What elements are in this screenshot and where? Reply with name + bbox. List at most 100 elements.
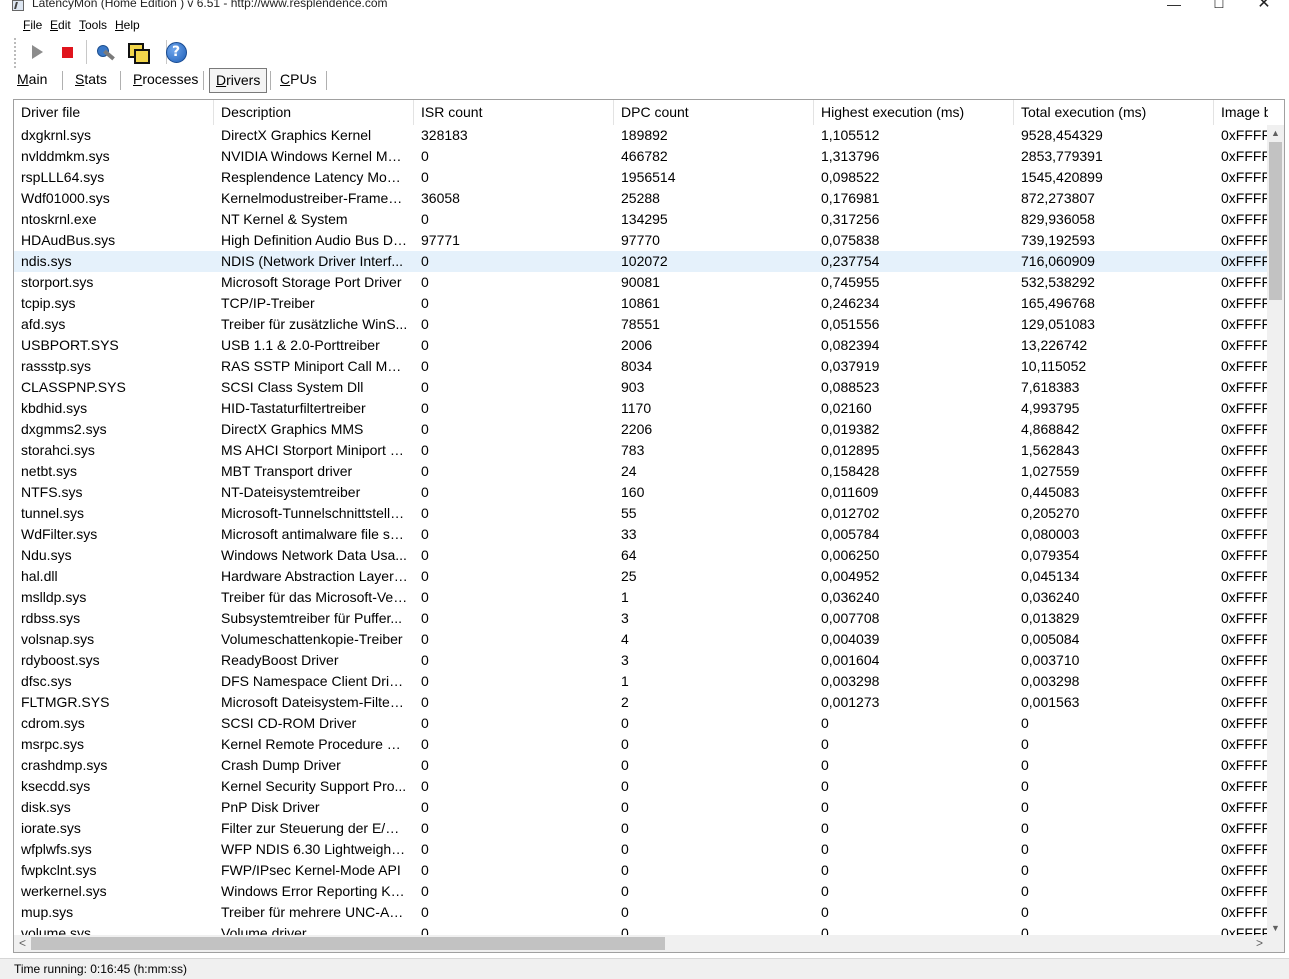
image-base-cell: 0xFFFF [1221,463,1268,479]
table-row[interactable]: werkernel.sys Windows Error Reporting Ke.… [14,881,1268,902]
table-row[interactable]: hal.dll Hardware Abstraction Layer ... 0 25… [14,566,1268,587]
vertical-scrollbar[interactable]: ▲ ▼ [1267,125,1284,937]
image-base-cell: 0xFFFF [1221,295,1268,311]
help-button[interactable]: ? [163,39,189,65]
table-row[interactable]: wfplwfs.sys WFP NDIS 6.30 Lightweight ...… [14,839,1268,860]
column-header-isr-count[interactable]: ISR count [414,100,614,125]
table-row[interactable]: FLTMGR.SYS Microsoft Dateisystem-Filter-.… [14,692,1268,713]
table-row[interactable]: Ndu.sys Windows Network Data Usa... 0 64 0,0… [14,545,1268,566]
table-row[interactable]: rdbss.sys Subsystemtreiber für Puffer... 0… [14,608,1268,629]
table-row[interactable]: WdFilter.sys Microsoft antimalware file s… [14,524,1268,545]
table-row[interactable]: rspLLL64.sys Resplendence Latency Monit..… [14,167,1268,188]
drivers-table[interactable]: Driver file Description ISR count DPC co… [13,99,1285,953]
tab-cpus[interactable]: CPUs [274,68,323,93]
tab-processes[interactable]: Processes [127,68,204,93]
table-row[interactable]: mslldp.sys Treiber für das Microsoft-Ver.… [14,587,1268,608]
isr-count-cell: 0 [421,715,429,731]
highest-execution-cell: 1,105512 [821,127,880,143]
table-row[interactable]: fwpkclnt.sys FWP/IPsec Kernel-Mode API 0 0 0… [14,860,1268,881]
table-row[interactable]: USBPORT.SYS USB 1.1 & 2.0-Porttreiber 0 200… [14,335,1268,356]
table-row[interactable]: dxgmms2.sys DirectX Graphics MMS 0 2206 0,01… [14,419,1268,440]
image-base-cell: 0xFFFF [1221,169,1268,185]
table-row[interactable]: dxgkrnl.sys DirectX Graphics Kernel 328183… [14,125,1268,146]
highest-execution-cell: 0,012895 [821,442,880,458]
minimize-button[interactable]: — [1151,0,1197,13]
column-header-image-base[interactable]: Image b [1214,100,1268,125]
table-row[interactable]: storport.sys Microsoft Storage Port Drive… [14,272,1268,293]
menu-file[interactable]: File [23,18,42,32]
table-row[interactable]: CLASSPNP.SYS SCSI Class System Dll 0 903 0,0… [14,377,1268,398]
horizontal-scroll-thumb[interactable] [31,937,665,950]
column-header-total-execution[interactable]: Total execution (ms) [1014,100,1214,125]
table-row[interactable]: nvlddmkm.sys NVIDIA Windows Kernel Mod...… [14,146,1268,167]
isr-count-cell: 0 [421,568,429,584]
scroll-right-icon[interactable]: > [1251,935,1268,952]
windows-button[interactable] [124,39,150,65]
maximize-button[interactable]: ☐ [1196,0,1242,13]
image-base-cell: 0xFFFF [1221,589,1268,605]
description-cell: Kernelmodustreiber-Framew... [221,190,410,206]
windows-icon [127,42,150,64]
horizontal-scrollbar[interactable]: < > [14,935,1268,952]
close-button[interactable]: ✕ [1241,0,1287,13]
dpc-count-cell: 8034 [621,358,653,374]
description-cell: FWP/IPsec Kernel-Mode API [221,862,401,878]
vertical-scroll-thumb[interactable] [1269,142,1282,300]
tab-main[interactable]: Main [11,68,53,93]
table-row[interactable]: rdyboost.sys ReadyBoost Driver 0 3 0,001604 0… [14,650,1268,671]
isr-count-cell: 0 [421,589,429,605]
table-row[interactable]: ksecdd.sys Kernel Security Support Pro...… [14,776,1268,797]
column-header-dpc-count[interactable]: DPC count [614,100,814,125]
table-row[interactable]: rassstp.sys RAS SSTP Miniport Call Mana..… [14,356,1268,377]
highest-execution-cell: 0,098522 [821,169,880,185]
table-row[interactable]: afd.sys Treiber für zusätzliche WinS... 0 7… [14,314,1268,335]
table-row[interactable]: msrpc.sys Kernel Remote Procedure C... 0 0 0… [14,734,1268,755]
column-header-driver-file[interactable]: Driver file [14,100,214,125]
menu-help[interactable]: Help [115,18,140,32]
table-row[interactable]: tunnel.sys Microsoft-Tunnelschnittstelle.… [14,503,1268,524]
table-row[interactable]: disk.sys PnP Disk Driver 0 0 0 0 0xFFFF [14,797,1268,818]
table-row[interactable]: cdrom.sys SCSI CD-ROM Driver 0 0 0 0 0xFFFF [14,713,1268,734]
table-row[interactable]: dfsc.sys DFS Namespace Client Driver 0 1 0,0… [14,671,1268,692]
wrench-icon [95,42,115,62]
menu-edit[interactable]: Edit [50,18,71,32]
highest-execution-cell: 0,037919 [821,358,880,374]
table-row[interactable]: ndis.sys NDIS (Network Driver Interf... 0 1… [14,251,1268,272]
scroll-up-icon[interactable]: ▲ [1267,125,1284,142]
dpc-count-cell: 0 [621,904,629,920]
tab-drivers[interactable]: Drivers [209,68,268,93]
tab-stats[interactable]: Stats [69,68,113,93]
column-header-description[interactable]: Description [214,100,414,125]
table-row[interactable]: HDAudBus.sys High Definition Audio Bus Dr… [14,230,1268,251]
description-cell: MBT Transport driver [221,463,353,479]
highest-execution-cell: 0,001604 [821,652,880,668]
image-base-cell: 0xFFFF [1221,316,1268,332]
driver-file-cell: nvlddmkm.sys [21,148,110,164]
highest-execution-cell: 0,036240 [821,589,880,605]
table-row[interactable]: kbdhid.sys HID-Tastaturfiltertreiber 0 1170… [14,398,1268,419]
total-execution-cell: 0 [1021,862,1029,878]
scroll-left-icon[interactable]: < [14,935,31,952]
total-execution-cell: 829,936058 [1021,211,1095,227]
table-row[interactable]: netbt.sys MBT Transport driver 0 24 0,158428… [14,461,1268,482]
stop-button[interactable] [54,39,80,65]
driver-file-cell: tcpip.sys [21,295,76,311]
table-row[interactable]: mup.sys Treiber für mehrere UNC-An... 0 0 0 0… [14,902,1268,923]
start-button[interactable] [24,39,50,65]
table-row[interactable]: crashdmp.sys Crash Dump Driver 0 0 0 0 0xFFFF [14,755,1268,776]
dpc-count-cell: 55 [621,505,637,521]
dpc-count-cell: 160 [621,484,645,500]
total-execution-cell: 7,618383 [1021,379,1080,395]
table-row[interactable]: ntoskrnl.exe NT Kernel & System 0 134295 0,3… [14,209,1268,230]
table-row[interactable]: storahci.sys MS AHCI Storport Miniport D.… [14,440,1268,461]
tool-button[interactable] [92,39,118,65]
table-row[interactable]: tcpip.sys TCP/IP-Treiber 0 10861 0,246234 165… [14,293,1268,314]
table-row[interactable]: NTFS.sys NT-Dateisystemtreiber 0 160 0,01160… [14,482,1268,503]
menu-tools[interactable]: Tools [79,18,107,32]
driver-file-cell: dxgkrnl.sys [21,127,92,143]
table-row[interactable]: iorate.sys Filter zur Steuerung der E/A-.… [14,818,1268,839]
table-row[interactable]: volsnap.sys Volumeschattenkopie-Treiber 0 4… [14,629,1268,650]
column-header-highest-execution[interactable]: Highest execution (ms) [814,100,1014,125]
table-row[interactable]: Wdf01000.sys Kernelmodustreiber-Framew...… [14,188,1268,209]
image-base-cell: 0xFFFF [1221,148,1268,164]
